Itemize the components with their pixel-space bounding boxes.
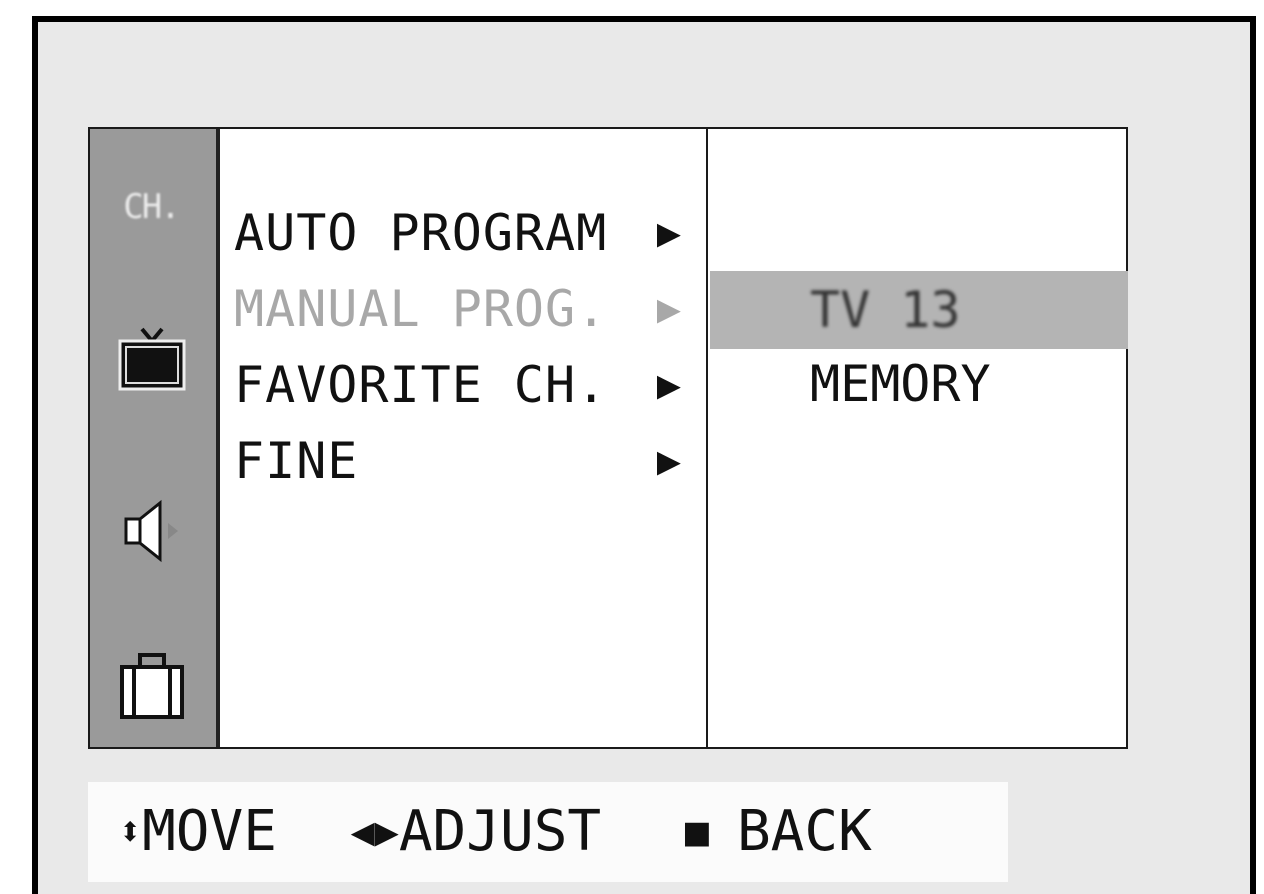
help-back-label: BACK	[736, 799, 872, 864]
menu-item-favorite-ch[interactable]: FAVORITE CH. ▶	[234, 355, 694, 415]
help-move-label: MOVE	[142, 799, 277, 864]
menu-item-label: FINE	[234, 432, 359, 490]
menu-item-fine[interactable]: FINE ▶	[234, 431, 694, 491]
chevron-right-icon: ▶	[656, 210, 682, 256]
chevron-right-icon: ▶	[656, 362, 682, 408]
osd-menu-panel: CH. AUTO PROGRAM ▶ MANUAL PROG. ▶ FAVORI…	[88, 127, 1128, 749]
chevron-right-icon: ▶	[656, 438, 682, 484]
memory-option[interactable]: MEMORY	[810, 353, 991, 415]
tv-icon[interactable]	[112, 319, 192, 399]
suitcase-icon[interactable]	[112, 647, 192, 727]
stop-square-icon: ■	[684, 809, 709, 855]
menu-item-label: FAVORITE CH.	[234, 356, 608, 414]
submenu-panel: TV 13 MEMORY	[710, 129, 1128, 747]
left-right-arrows-icon: ◀▶	[350, 809, 399, 855]
speaker-icon[interactable]	[112, 491, 192, 571]
menu-item-label: AUTO PROGRAM	[234, 204, 608, 262]
key-help-bar: ⬍MOVE ◀▶ADJUST ■ BACK	[88, 782, 1008, 882]
menu-item-manual-prog[interactable]: MANUAL PROG. ▶	[234, 279, 694, 339]
menu-item-auto-program[interactable]: AUTO PROGRAM ▶	[234, 203, 694, 263]
up-down-arrows-icon: ⬍	[118, 809, 143, 855]
menu-item-label: MANUAL PROG.	[234, 280, 608, 338]
chevron-right-icon: ▶	[656, 286, 682, 332]
channel-menu-list: AUTO PROGRAM ▶ MANUAL PROG. ▶ FAVORITE C…	[222, 129, 708, 747]
help-adjust-label: ADJUST	[398, 799, 602, 864]
rail-label-channel[interactable]: CH.	[106, 187, 196, 227]
selected-channel-value[interactable]: TV 13	[810, 279, 961, 341]
category-rail: CH.	[90, 129, 220, 747]
